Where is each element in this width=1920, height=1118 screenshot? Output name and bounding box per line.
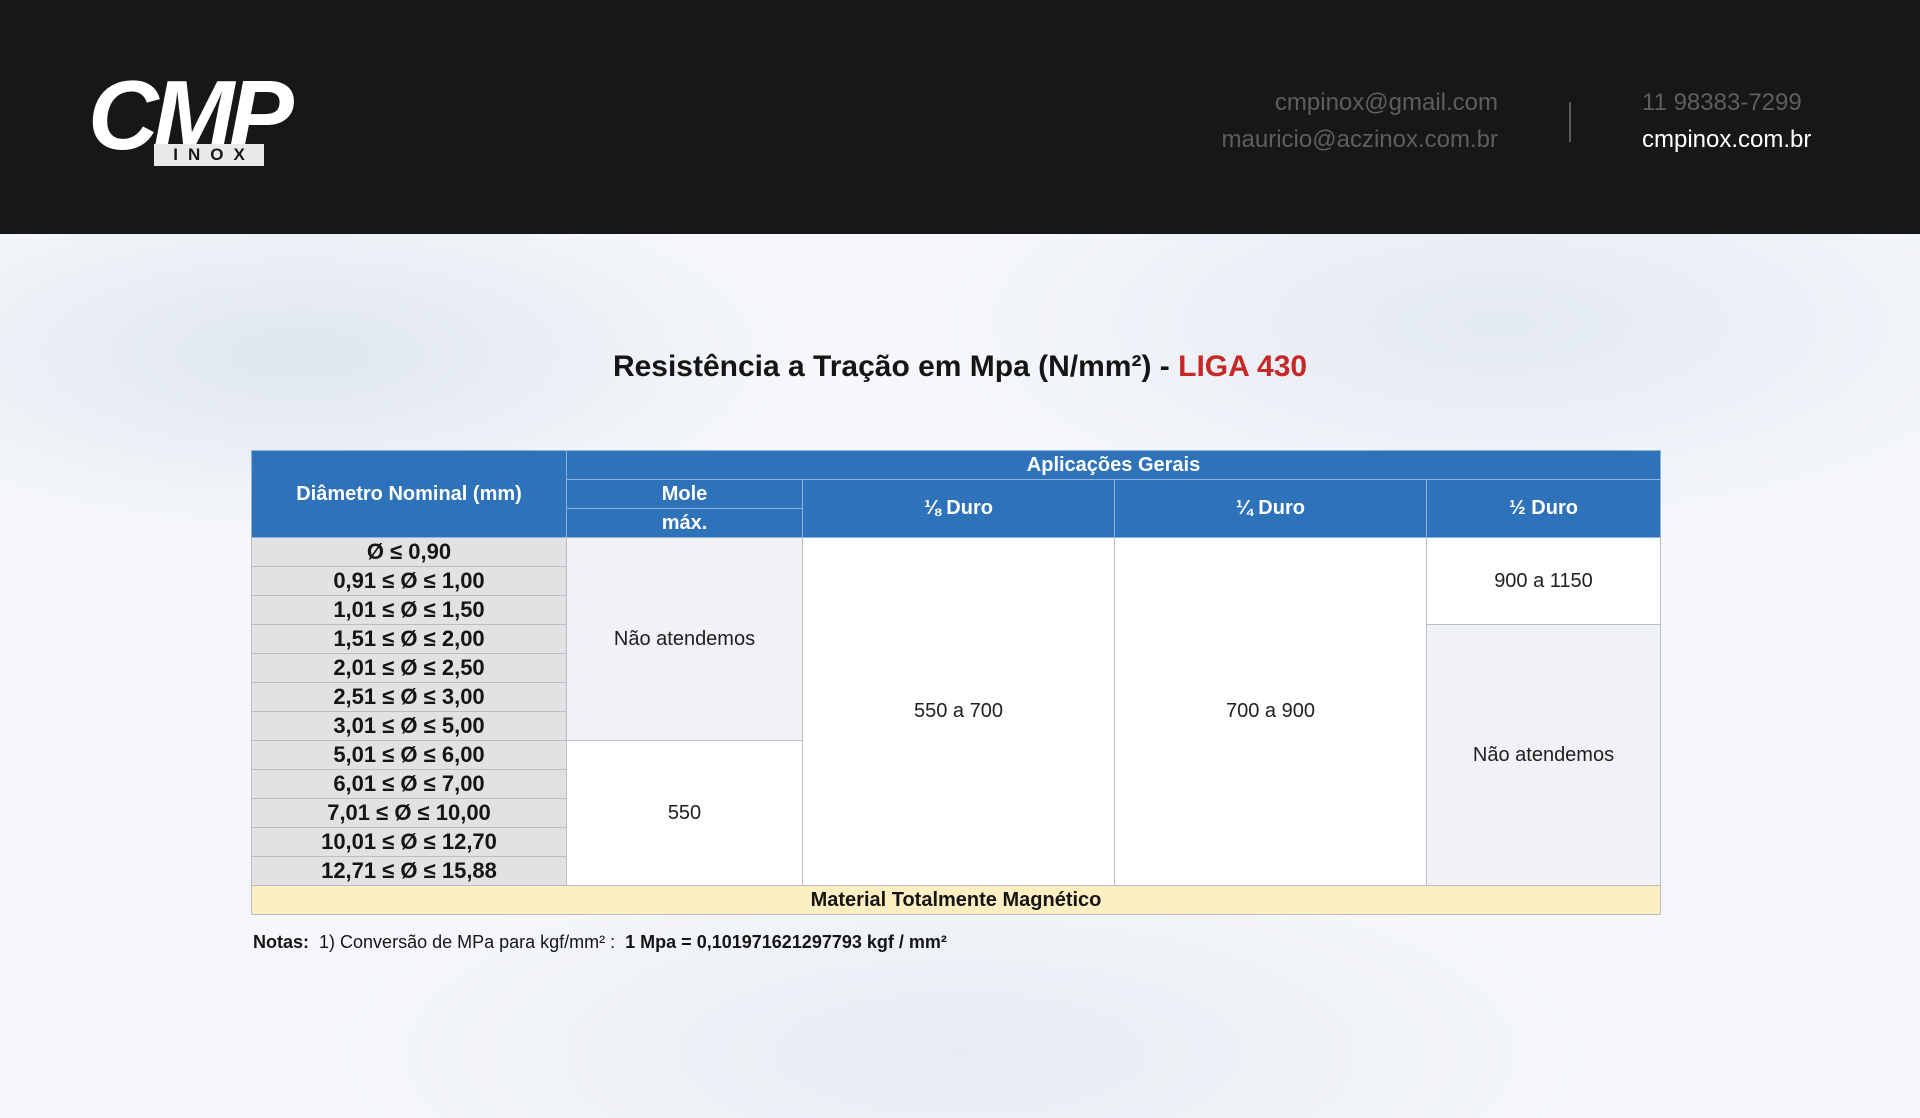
diameter-range: 3,01 ≤ Ø ≤ 5,00	[251, 711, 567, 741]
diameter-range: 1,51 ≤ Ø ≤ 2,00	[251, 624, 567, 654]
conversion-formula: 1 Mpa = 0,101971621297793 kgf / mm²	[625, 932, 947, 952]
diameter-range: 5,01 ≤ Ø ≤ 6,00	[251, 740, 567, 770]
diameter-range: 6,01 ≤ Ø ≤ 7,00	[251, 769, 567, 799]
diameter-range: 2,01 ≤ Ø ≤ 2,50	[251, 653, 567, 683]
diameter-range: 7,01 ≤ Ø ≤ 10,00	[251, 798, 567, 828]
site-header: CMP INOX cmpinox@gmail.com mauricio@aczi…	[0, 0, 1920, 234]
contact-divider	[1569, 102, 1571, 142]
eighth-hard-value: 550 a 700	[802, 537, 1115, 886]
half-hard-not-served: Não atendemos	[1426, 624, 1661, 886]
cmp-inox-logo[interactable]: CMP INOX	[88, 66, 312, 170]
tensile-strength-table: Diâmetro Nominal (mm) Aplicações Gerais …	[251, 450, 1661, 915]
diameter-range: 0,91 ≤ Ø ≤ 1,00	[251, 566, 567, 596]
website-link[interactable]: cmpinox.com.br	[1642, 121, 1811, 158]
half-hard-value: 900 a 1150	[1426, 537, 1661, 625]
title-alloy: LIGA 430	[1178, 350, 1308, 383]
notes: Notas: 1) Conversão de MPa para kgf/mm² …	[253, 932, 947, 953]
title-main: Resistência a Tração em Mpa (N/mm²) -	[612, 350, 1179, 383]
email-link-secondary[interactable]: mauricio@aczinox.com.br	[1222, 121, 1498, 158]
mole-value-not-served: Não atendemos	[566, 537, 803, 741]
header-eighth-hard: ⅛ Duro	[802, 479, 1115, 538]
header-half-hard: ½ Duro	[1426, 479, 1661, 538]
magnetic-material-note: Material Totalmente Magnético	[251, 885, 1661, 915]
contact-emails: cmpinox@gmail.com mauricio@aczinox.com.b…	[1222, 84, 1498, 158]
header-mole-max: máx.	[566, 508, 803, 538]
page-title: Resistência a Tração em Mpa (N/mm²) - LI…	[0, 350, 1920, 384]
header-general-applications: Aplicações Gerais	[566, 450, 1661, 480]
header-mole: Mole	[566, 479, 803, 509]
header-diameter: Diâmetro Nominal (mm)	[251, 450, 567, 538]
diameter-range: 1,01 ≤ Ø ≤ 1,50	[251, 595, 567, 625]
quarter-hard-value: 700 a 900	[1114, 537, 1427, 886]
phone-link[interactable]: 11 98383-7299	[1642, 84, 1802, 121]
mole-value: 550	[566, 740, 803, 886]
email-link-primary[interactable]: cmpinox@gmail.com	[1222, 84, 1498, 121]
diameter-range: 10,01 ≤ Ø ≤ 12,70	[251, 827, 567, 857]
diameter-range: 12,71 ≤ Ø ≤ 15,88	[251, 856, 567, 886]
diameter-range: 2,51 ≤ Ø ≤ 3,00	[251, 682, 567, 712]
diameter-range: Ø ≤ 0,90	[251, 537, 567, 567]
header-quarter-hard: ¼ Duro	[1114, 479, 1427, 538]
logo-subtext: INOX	[154, 144, 264, 166]
notes-label: Notas:	[253, 932, 310, 952]
notes-text: 1) Conversão de MPa para kgf/mm² :	[319, 932, 616, 952]
